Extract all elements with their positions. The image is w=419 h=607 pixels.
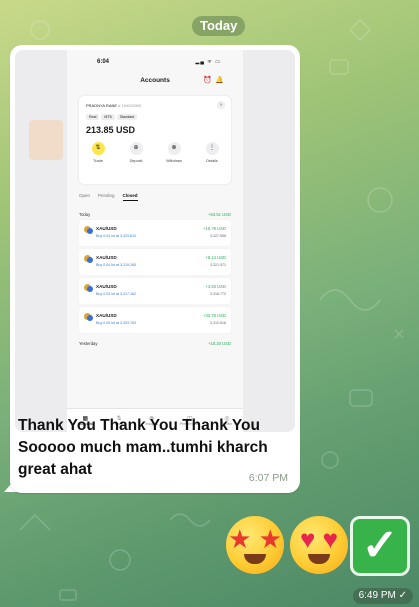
trade-detail: Buy 0.05 lot at 3,303.763 (96, 321, 136, 325)
account-tag: MT5 (101, 114, 115, 120)
details-icon: ⋮ (205, 142, 219, 155)
trade-pnl: +9.14 USD (205, 255, 226, 260)
deposit-action-label: Deposit (129, 159, 143, 163)
account-holder: PRADNYA RANE # 194292992 (86, 103, 142, 108)
outgoing-emoji-message[interactable]: ★ ★ ♥ ♥ ✓ (226, 516, 414, 576)
day-summary-today: Today +63.51 USD (79, 208, 231, 220)
trade-close-price: 3,310.516 (210, 321, 226, 325)
trade-close-price: 3,321.571 (210, 263, 226, 267)
usd-coin-icon (87, 228, 93, 234)
trade-pnl: +15.78 USD (203, 226, 226, 231)
details-action-label: Details (206, 159, 218, 163)
day-total: +63.51 USD (208, 211, 231, 217)
chevron-right-icon: › (217, 101, 225, 109)
bell-icon: 🔔 (215, 77, 224, 84)
tab-pending: Pending (98, 193, 115, 198)
day-summary-yesterday: Yesterday +18.20 USD (79, 337, 231, 349)
position-tabs: Open Pending Closed (79, 193, 138, 201)
date-separator: Today (192, 16, 246, 36)
withdraw-action: ⊗ Withdraw (159, 142, 189, 163)
outgoing-time-text: 6:49 PM (358, 590, 396, 601)
deposit-icon: ⊕ (129, 142, 143, 155)
account-balance: 213.85 USD (86, 125, 136, 135)
star-struck-emoji-icon: ★ ★ (226, 516, 284, 574)
trade-symbol: XAU/USD (96, 255, 117, 260)
trade-action: ⇅ Trade (83, 142, 113, 163)
trade-symbol: XAU/USD (96, 313, 117, 318)
trade-action-label: Trade (93, 159, 103, 163)
trade-symbol: XAU/USD (96, 226, 117, 231)
tab-open: Open (79, 193, 91, 198)
trade-icon: ⇅ (91, 142, 105, 155)
deposit-action: ⊕ Deposit (121, 142, 151, 163)
withdraw-action-label: Withdraw (166, 159, 182, 163)
trade-row: XAU/USD Buy 0.03 lot at 3,317.162 +4.83 … (79, 278, 231, 304)
account-tag: Real (86, 114, 100, 120)
usd-coin-icon (87, 286, 93, 292)
star-eyes-glyph: ★ ★ (228, 524, 282, 554)
trade-pnl: +33.76 USD (203, 313, 226, 318)
account-actions: ⇅ Trade ⊕ Deposit ⊗ Withdraw ⋮ Details (79, 142, 231, 163)
usd-coin-icon (87, 257, 93, 263)
trade-symbol: XAU/USD (96, 284, 117, 289)
read-check-icon: ✓ (398, 590, 407, 601)
trade-row: XAU/USD Buy 0.04 lot at 3,319.265 +9.14 … (79, 249, 231, 275)
trade-pnl: +4.83 USD (205, 284, 226, 289)
account-holder-name: PRADNYA RANE (86, 103, 118, 108)
trade-row: XAU/USD Buy 0.04 lot at 3,323.610 +15.78… (79, 220, 231, 246)
account-card: PRADNYA RANE # 194292992 › Real MT5 Stan… (79, 96, 231, 184)
blurred-background-left (15, 50, 67, 432)
details-action: ⋮ Details (197, 142, 227, 163)
smile-mouth (308, 554, 330, 564)
heart-eyes-emoji-icon: ♥ ♥ (290, 516, 348, 574)
smile-mouth (244, 554, 266, 564)
trade-detail: Buy 0.04 lot at 3,319.265 (96, 263, 136, 267)
trade-close-price: 3,327.556 (210, 234, 226, 238)
account-tags: Real MT5 Standard (86, 114, 138, 120)
usd-coin-icon (87, 315, 93, 321)
account-tag: Standard (116, 114, 138, 120)
trade-detail: Buy 0.04 lot at 3,323.610 (96, 234, 136, 238)
phone-screenshot: 6:04 ▂▄ ᯤ ▭ Accounts ⏰ 🔔 PRADNYA RANE # … (67, 50, 243, 432)
trade-detail: Buy 0.03 lot at 3,317.162 (96, 292, 136, 296)
day-total: +18.20 USD (208, 340, 231, 346)
phone-status-bar: 6:04 ▂▄ ᯤ ▭ (67, 50, 243, 68)
phone-status-time: 6:04 (97, 59, 110, 65)
closed-trades-list: Today +63.51 USD XAU/USD Buy 0.04 lot at… (79, 208, 231, 349)
heart-eyes-glyph: ♥ ♥ (299, 524, 339, 554)
shared-screenshot-image[interactable]: 6:04 ▂▄ ᯤ ▭ Accounts ⏰ 🔔 PRADNYA RANE # … (15, 50, 295, 432)
trade-close-price: 3,318.772 (210, 292, 226, 296)
withdraw-icon: ⊗ (167, 142, 181, 155)
alarm-clock-icon: ⏰ (203, 77, 212, 84)
outgoing-message-time: 6:49 PM ✓ (352, 588, 413, 604)
blurred-background-right (243, 50, 295, 432)
check-mark-button-icon: ✓ (350, 516, 410, 576)
account-id: # 194292992 (118, 103, 142, 108)
day-label: Yesterday (79, 340, 98, 346)
message-time: 6:07 PM (248, 472, 288, 484)
tab-closed: Closed (122, 193, 138, 201)
incoming-message-bubble[interactable]: 6:04 ▂▄ ᯤ ▭ Accounts ⏰ 🔔 PRADNYA RANE # … (10, 45, 300, 493)
phone-status-icons: ▂▄ ᯤ ▭ (195, 59, 221, 65)
trade-row: XAU/USD Buy 0.05 lot at 3,303.763 +33.76… (79, 307, 231, 333)
day-label: Today (79, 211, 91, 217)
